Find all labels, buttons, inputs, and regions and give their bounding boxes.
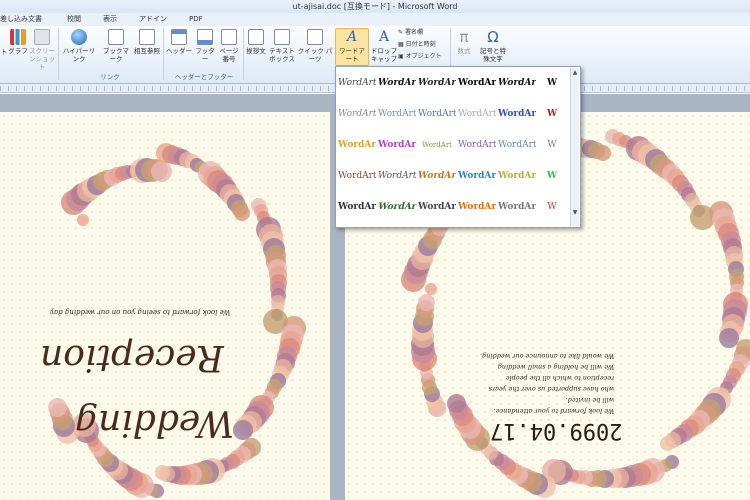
cross-reference-button[interactable]: 相互参照: [133, 29, 161, 55]
wordart-style-15[interactable]: WordArt: [418, 131, 456, 159]
greeting-button[interactable]: 挨拶文: [245, 29, 267, 55]
wordart-style-12[interactable]: W: [538, 100, 566, 128]
petal: [659, 435, 675, 451]
petal: [417, 293, 435, 311]
petal: [594, 144, 611, 161]
wordart-style-23[interactable]: WordArt: [498, 162, 536, 190]
wordart-style-26[interactable]: WordArt: [374, 193, 420, 221]
gallery-scrollbar[interactable]: ▲ ▼: [570, 68, 579, 226]
textbox-icon: [274, 29, 290, 45]
wordart-style-19[interactable]: WordArt: [338, 162, 376, 190]
date-time-button[interactable]: ▦ 日付と時刻: [398, 41, 448, 49]
wordart-style-3[interactable]: WordArt: [418, 69, 456, 97]
window-title: ut-ajisai.doc [互換モード] - Microsoft Word: [292, 2, 458, 11]
wedding-title: Wedding: [75, 402, 235, 443]
tab-view[interactable]: 表示: [92, 13, 128, 26]
wordart-style-8[interactable]: WordArt: [378, 100, 416, 128]
chart-button[interactable]: グラフ: [8, 29, 28, 55]
tab-mailings[interactable]: 差し込み文書: [0, 13, 53, 26]
wordart-style-5[interactable]: WordArt: [498, 69, 536, 97]
wordart-style-9[interactable]: WordArt: [418, 100, 456, 128]
equation-button[interactable]: π 数式: [452, 29, 476, 55]
pi-icon: π: [459, 28, 469, 46]
wordart-style-2[interactable]: WordArt: [378, 69, 416, 97]
chart-icon: [10, 29, 26, 45]
page-number-button[interactable]: ページ番号: [218, 29, 240, 63]
wordart-style-6[interactable]: W: [538, 69, 566, 97]
footer-icon: [197, 29, 213, 45]
quick-parts-button[interactable]: クイック パーツ: [296, 29, 334, 63]
wordart-style-21[interactable]: WordArt: [418, 162, 456, 190]
tab-review[interactable]: 校閲: [53, 13, 92, 26]
screenshot-button[interactable]: スクリーンショット: [29, 29, 55, 71]
window-title-bar: ut-ajisai.doc [互換モード] - Microsoft Word: [0, 0, 750, 13]
wordart-style-18[interactable]: W: [538, 131, 566, 159]
object-icon: ▣: [398, 53, 406, 60]
wordart-style-24[interactable]: W: [538, 162, 566, 190]
wordart-style-4[interactable]: WordArt: [458, 69, 496, 97]
ribbon-tabs: 差し込み文書 校閲 表示 アドイン PDF: [0, 13, 750, 26]
wordart-style-14[interactable]: WordArt: [378, 131, 416, 159]
tab-addins[interactable]: アドイン: [128, 13, 178, 26]
wordart-style-1[interactable]: WordArt: [338, 69, 376, 97]
wedding-date: 2099.04.17: [490, 418, 623, 443]
wordart-style-29[interactable]: WordArt: [498, 193, 536, 221]
group-separator: [243, 28, 244, 80]
header-icon: [171, 29, 187, 45]
wordart-gallery: WordArtWordArtWordArtWordArtWordArtWWord…: [335, 66, 581, 228]
wordart-button[interactable]: A ワードアート: [335, 28, 369, 66]
group-label-links: リンク: [100, 73, 120, 81]
tab-pdf[interactable]: PDF: [178, 13, 214, 26]
petal: [234, 205, 251, 222]
scroll-down-icon[interactable]: ▼: [571, 208, 579, 217]
petal: [232, 419, 253, 440]
cross-reference-icon: [139, 29, 155, 45]
wordart-style-7[interactable]: WordArt: [338, 100, 376, 128]
wordart-style-30[interactable]: W: [538, 193, 566, 221]
calendar-icon: ▦: [398, 41, 406, 48]
page-left[interactable]: We look forward to seeing you on our wed…: [0, 112, 330, 500]
hyperlink-button[interactable]: ハイパーリンク: [60, 29, 98, 63]
page-number-icon: [221, 29, 237, 45]
wordart-style-27[interactable]: WordArt: [418, 193, 456, 221]
omega-icon: Ω: [487, 28, 499, 46]
globe-icon: [71, 29, 87, 45]
group-separator: [163, 28, 164, 80]
drop-cap-button[interactable]: A ドロップキャップ: [370, 29, 398, 63]
signature-line-icon: ✎: [398, 29, 405, 36]
object-button[interactable]: ▣ オブジェクト: [398, 53, 448, 61]
signature-line-button[interactable]: ✎ 署名欄: [398, 29, 448, 37]
wordart-style-25[interactable]: WordArt: [338, 193, 376, 221]
group-label-header-footer: ヘッダーとフッター: [174, 73, 234, 81]
footer-button[interactable]: フッター: [193, 29, 217, 63]
wordart-style-20[interactable]: WordArt: [378, 162, 416, 190]
wordart-style-16[interactable]: WordArt: [458, 131, 496, 159]
table-button-partial[interactable]: ト: [0, 48, 8, 56]
bookmark-icon: [108, 29, 124, 45]
petal: [77, 214, 90, 226]
header-button[interactable]: ヘッダー: [166, 29, 192, 55]
petal: [48, 397, 68, 417]
wordart-icon: A: [346, 29, 358, 45]
greeting-icon: [248, 29, 264, 45]
symbol-button[interactable]: Ω 記号と特殊文字: [477, 29, 509, 63]
drop-cap-icon: A: [378, 29, 390, 45]
greeting-text: We look forward to seeing you on our wed…: [50, 308, 231, 316]
bookmark-button[interactable]: ブックマーク: [100, 29, 132, 63]
petal: [446, 394, 466, 414]
wordart-style-11[interactable]: WordArt: [498, 100, 536, 128]
wordart-gallery-grid: WordArtWordArtWordArtWordArtWordArtWWord…: [338, 69, 570, 224]
scroll-up-icon[interactable]: ▲: [571, 68, 579, 77]
wordart-style-22[interactable]: WordArt: [458, 162, 496, 190]
group-separator: [58, 28, 59, 80]
invitation-message: We look forward to your attendance. will…: [480, 352, 615, 415]
wordart-style-17[interactable]: WordArt: [498, 131, 536, 159]
textbox-button[interactable]: テキストボックス: [268, 29, 296, 63]
wordart-style-13[interactable]: WordArt: [338, 131, 376, 159]
reception-title: Reception: [40, 337, 224, 378]
wordart-style-10[interactable]: WordArt: [458, 100, 496, 128]
screenshot-icon: [34, 29, 50, 45]
wordart-style-28[interactable]: WordArt: [458, 193, 496, 221]
quick-parts-icon: [307, 29, 323, 45]
